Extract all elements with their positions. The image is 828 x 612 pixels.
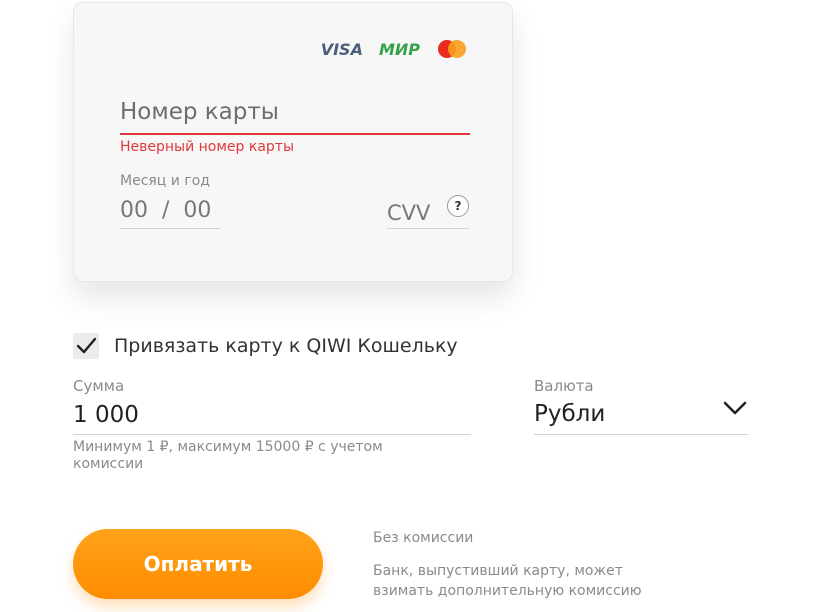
card-number-placeholder: Номер карты	[120, 99, 279, 125]
card-form: VISA МИР Номер карты Неверный номер карт…	[73, 2, 513, 282]
bind-card-row: Привязать карту к QIWI Кошельку	[73, 333, 458, 359]
card-number-error: Неверный номер карты	[120, 139, 295, 155]
bind-card-label[interactable]: Привязать карту к QIWI Кошельку	[114, 335, 458, 357]
expiry-input[interactable]: 00 / 00	[120, 194, 220, 229]
expiry-label: Месяц и год	[120, 173, 210, 189]
currency-label: Валюта	[534, 377, 594, 395]
cvv-input[interactable]: CVV ?	[387, 193, 469, 229]
expiry-placeholder: 00 / 00	[120, 198, 212, 223]
currency-value: Рубли	[534, 401, 606, 427]
chevron-down-icon[interactable]	[722, 399, 748, 417]
amount-label: Сумма	[73, 377, 125, 395]
mastercard-logo	[436, 39, 468, 59]
amount-value: 1 000	[73, 402, 139, 428]
cvv-placeholder: CVV	[387, 201, 431, 225]
fee-title: Без комиссии	[373, 530, 474, 546]
currency-select[interactable]: Рубли	[534, 397, 748, 435]
amount-hint: Минимум 1 ₽, максимум 15000 ₽ с учетом к…	[73, 439, 383, 472]
checkmark-icon	[76, 337, 97, 354]
visa-logo: VISA	[320, 39, 363, 59]
mir-logo: МИР	[378, 39, 420, 59]
bind-card-checkbox[interactable]	[73, 333, 99, 359]
fee-note: Банк, выпустивший карту, может взимать д…	[373, 563, 642, 599]
card-number-input[interactable]: Номер карты	[120, 93, 470, 135]
question-icon[interactable]: ?	[447, 195, 469, 217]
payment-brands: VISA МИР	[321, 39, 468, 59]
pay-button[interactable]: Оплатить	[73, 529, 323, 599]
amount-input[interactable]: 1 000	[73, 398, 471, 435]
